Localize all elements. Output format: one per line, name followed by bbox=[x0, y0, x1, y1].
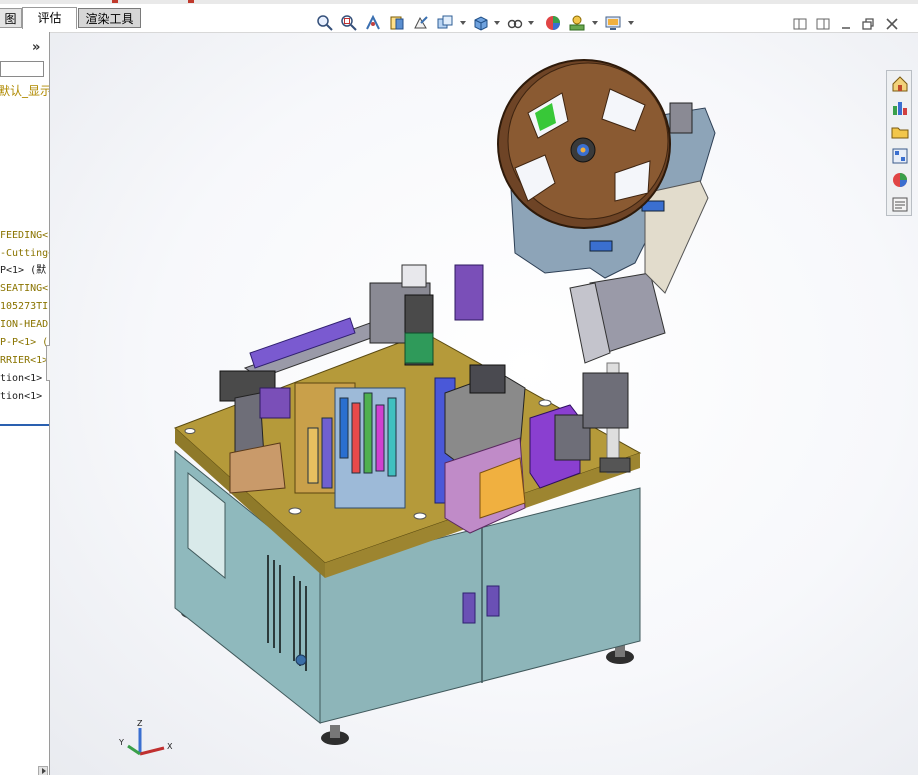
reference-triad: Z X Y bbox=[118, 719, 173, 756]
purple-block bbox=[259, 387, 291, 419]
dynamic-annotation-icon[interactable] bbox=[412, 14, 430, 32]
assembly-model[interactable] bbox=[50, 33, 918, 775]
appearances-icon[interactable] bbox=[890, 170, 910, 190]
task-pane-tabs bbox=[886, 70, 912, 216]
tree-item-seating[interactable]: SEATING< bbox=[0, 281, 49, 297]
tree-item-pp1[interactable]: P-P<1> ( bbox=[0, 335, 49, 351]
display-style-icon[interactable] bbox=[472, 14, 490, 32]
feature-filter-input[interactable] bbox=[0, 61, 44, 77]
chevron-down-icon[interactable] bbox=[494, 21, 500, 25]
press-motor bbox=[469, 364, 506, 394]
design-library-icon[interactable] bbox=[890, 98, 910, 118]
hide-show-items-icon[interactable] bbox=[506, 14, 524, 32]
chevron-down-icon[interactable] bbox=[628, 21, 634, 25]
door-handle-right bbox=[486, 585, 500, 617]
chevron-down-icon[interactable] bbox=[592, 21, 598, 25]
foot-stem bbox=[330, 725, 340, 738]
view-orientation-icon[interactable] bbox=[436, 14, 454, 32]
chevron-down-icon[interactable] bbox=[528, 21, 534, 25]
tape-reel bbox=[497, 59, 671, 229]
home-icon[interactable] bbox=[890, 74, 910, 94]
panel-arm bbox=[582, 372, 629, 429]
guide-roller bbox=[589, 240, 613, 252]
tree-item-cutting[interactable]: -Cutting< bbox=[0, 246, 49, 262]
menu-marker bbox=[188, 0, 194, 3]
tape-guide-chute bbox=[644, 180, 709, 294]
minimize-icon[interactable] bbox=[838, 16, 854, 32]
view-settings-icon[interactable] bbox=[604, 14, 622, 32]
door-handle-left bbox=[462, 592, 476, 624]
feature-manager-panel: » 默认_显示 FEEDING<1> -Cutting< P<1> (默 SEA… bbox=[0, 32, 50, 775]
tile-left-icon[interactable] bbox=[792, 16, 808, 32]
previous-view-icon[interactable] bbox=[364, 14, 382, 32]
apply-scene-icon[interactable] bbox=[568, 14, 586, 32]
graphics-area[interactable]: Z X Y bbox=[50, 33, 918, 775]
restore-icon[interactable] bbox=[860, 16, 876, 32]
close-icon[interactable] bbox=[884, 16, 900, 32]
purple-bracket-top bbox=[454, 264, 484, 321]
zoom-to-fit-icon[interactable] bbox=[316, 14, 334, 32]
reel-clamp bbox=[669, 102, 693, 134]
zoom-to-area-icon[interactable] bbox=[340, 14, 358, 32]
triad-y-axis bbox=[127, 744, 141, 756]
section-view-icon[interactable] bbox=[388, 14, 406, 32]
post-base bbox=[599, 457, 631, 473]
view-palette-icon[interactable] bbox=[890, 146, 910, 166]
chevron-down-icon[interactable] bbox=[460, 21, 466, 25]
tree-item-insertion-head[interactable]: ION-HEAD bbox=[0, 317, 49, 333]
triad-x-axis bbox=[139, 746, 165, 756]
menu-marker bbox=[112, 0, 118, 3]
triad-y-label: Y bbox=[118, 738, 124, 747]
tab-view[interactable]: 图 bbox=[0, 8, 22, 28]
tab-evaluate[interactable]: 评估 bbox=[22, 7, 77, 29]
configuration-name: 默认_显示 bbox=[0, 84, 50, 98]
motor-top-cap bbox=[401, 264, 427, 288]
command-manager-strip: 图 评估 渲染工具 bbox=[0, 0, 918, 33]
tile-right-icon[interactable] bbox=[815, 16, 831, 32]
collapse-panel-button[interactable]: » bbox=[32, 40, 40, 55]
triad-x-label: X bbox=[167, 742, 173, 751]
tree-item-station-b[interactable]: tion<1> bbox=[0, 389, 49, 405]
tree-item-feeding[interactable]: FEEDING<1> bbox=[0, 228, 49, 244]
power-indicator bbox=[295, 654, 307, 666]
custom-properties-icon[interactable] bbox=[890, 194, 910, 214]
top-edge bbox=[0, 0, 918, 4]
tree-item-carrier[interactable]: RRIER<1> bbox=[0, 353, 49, 369]
scroll-right-button[interactable] bbox=[38, 766, 48, 775]
panel-divider bbox=[0, 424, 49, 426]
green-sensor bbox=[404, 332, 434, 364]
tab-render-tools[interactable]: 渲染工具 bbox=[78, 8, 141, 28]
file-explorer-icon[interactable] bbox=[890, 122, 910, 142]
tree-item-station-a[interactable]: tion<1> bbox=[0, 371, 49, 387]
tree-item-105273[interactable]: 105273TI bbox=[0, 299, 49, 315]
edit-appearance-icon[interactable] bbox=[544, 14, 562, 32]
triad-z-label: Z bbox=[137, 719, 143, 728]
tree-item-p1[interactable]: P<1> (默 bbox=[0, 263, 49, 279]
